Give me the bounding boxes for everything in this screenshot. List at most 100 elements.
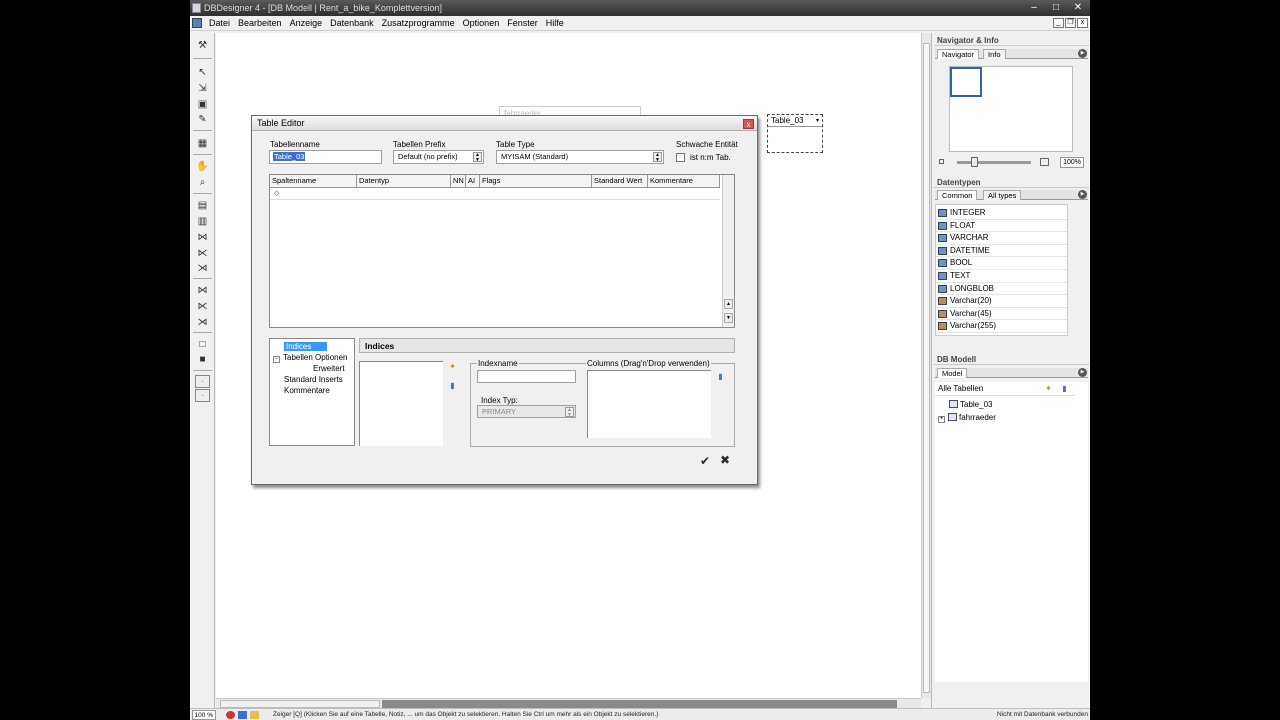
list-item[interactable]: VARCHAR (936, 232, 1067, 245)
add-table-icon[interactable]: ✦ (1043, 384, 1054, 393)
relation-11-tool-icon[interactable]: ⋊ (195, 262, 210, 275)
tab-common[interactable]: Common (937, 190, 978, 200)
table-row[interactable]: ◇ (270, 188, 720, 200)
navigator-preview[interactable] (949, 66, 1073, 152)
model-table-item[interactable]: + fahrraeder (938, 412, 996, 423)
panel-menu-icon[interactable]: ▶ (1078, 368, 1087, 377)
prefix-select[interactable]: Default (no prefix) ▲ ▼ (393, 150, 484, 164)
select-rect-tool-icon[interactable]: ▣ (195, 98, 210, 111)
eraser-tool-icon[interactable]: ✎ (195, 113, 210, 126)
table-type-select[interactable]: MYISAM (Standard) ▲ ▼ (496, 150, 664, 164)
menu-anzeige[interactable]: Anzeige (286, 16, 327, 31)
hand-tool-icon[interactable]: ✋ (195, 160, 210, 173)
list-item[interactable]: Varchar(255) (936, 320, 1067, 333)
menu-fenster[interactable]: Fenster (503, 16, 542, 31)
tab-model[interactable]: Model (937, 368, 968, 378)
pin-tool-icon[interactable]: ⚒ (195, 39, 210, 52)
chevron-down-icon[interactable]: ▾ (816, 115, 819, 127)
table-box-table-03[interactable]: Table_03 ▾ (767, 114, 823, 153)
list-item[interactable]: FLOAT (936, 220, 1067, 233)
tree-item-indices[interactable]: Indices (284, 341, 328, 352)
index-columns-list[interactable] (587, 370, 711, 438)
tree-item-kommentare[interactable]: Kommentare (284, 385, 330, 396)
tab-all-types[interactable]: All types (983, 190, 1022, 200)
grid-tool-icon[interactable]: ▦ (195, 137, 210, 150)
col-header-nn[interactable]: NN (451, 175, 466, 187)
indexname-input[interactable] (477, 370, 576, 383)
col-header-ai[interactable]: AI (466, 175, 480, 187)
tree-item-standard-inserts[interactable]: Standard Inserts (284, 374, 343, 385)
expand-icon[interactable]: + (938, 416, 945, 423)
list-item[interactable]: LONGBLOB (936, 283, 1067, 296)
list-item[interactable]: BOOL (936, 257, 1067, 270)
zoom-value[interactable]: 100% (1060, 157, 1084, 168)
close-button[interactable]: ✕ (1070, 2, 1086, 14)
model-canvas[interactable]: fahrraeder Table_03 ▾ Table Editor x Tab… (216, 33, 921, 698)
list-item[interactable]: TEXT (936, 270, 1067, 283)
note-icon[interactable] (250, 711, 259, 719)
cancel-button[interactable]: ✖ (720, 453, 730, 467)
relation-nm-tool-icon[interactable]: ⋉ (195, 247, 210, 260)
relation-tool-icon[interactable]: ⋈ (195, 284, 210, 297)
pointer-tool-icon[interactable]: ↖ (195, 66, 210, 79)
col-header-datentyp[interactable]: Datentyp (357, 175, 451, 187)
mdi-minimize-button[interactable]: _ (1053, 18, 1064, 28)
relation-tool-icon[interactable]: ⋉ (195, 300, 210, 313)
collapse-icon[interactable]: − (273, 356, 280, 363)
add-index-icon[interactable]: ✦ (447, 362, 458, 371)
tree-item-erweitert[interactable]: Erweitert (313, 363, 345, 374)
tab-navigator[interactable]: Navigator (937, 49, 980, 59)
sync-tool-icon[interactable]: ▫ (195, 375, 210, 388)
menu-optionen[interactable]: Optionen (459, 16, 504, 31)
note-tool-icon[interactable]: □ (195, 338, 210, 351)
zoom-slider-track[interactable] (957, 161, 1031, 164)
panel-menu-icon[interactable]: ▶ (1078, 190, 1087, 199)
panel-menu-icon[interactable]: ▶ (1078, 49, 1087, 58)
horizontal-scroll-track[interactable] (382, 700, 897, 708)
list-item[interactable]: Varchar(20) (936, 295, 1067, 308)
save-icon[interactable] (238, 711, 247, 719)
zoom-out-icon[interactable] (939, 159, 944, 164)
create-tool-icon[interactable]: ▫ (195, 389, 210, 402)
image-tool-icon[interactable]: ■ (195, 353, 210, 366)
canvas-vertical-scrollbar[interactable] (921, 33, 931, 698)
col-header-flags[interactable]: Flags (480, 175, 592, 187)
list-item[interactable]: DATETIME (936, 245, 1067, 258)
record-icon[interactable] (226, 711, 235, 719)
vertical-scroll-thumb[interactable] (923, 43, 930, 693)
columns-grid[interactable]: Spaltenname Datentyp NN AI Flags Standar… (269, 174, 735, 328)
nm-table-checkbox[interactable] (676, 153, 685, 162)
document-icon[interactable] (192, 18, 202, 28)
canvas-horizontal-scrollbar[interactable] (216, 698, 921, 708)
col-header-spaltenname[interactable]: Spaltenname (270, 175, 357, 187)
mdi-restore-button[interactable]: ❐ (1065, 18, 1076, 28)
mdi-close-button[interactable]: x (1077, 18, 1088, 28)
tabellenname-input[interactable]: Table_03 (269, 150, 382, 164)
index-typ-select[interactable]: PRIMARY ▲ ▼ (477, 405, 576, 418)
status-zoom[interactable]: 100 % (192, 710, 216, 720)
minimize-button[interactable]: – (1026, 2, 1042, 14)
list-item[interactable]: Varchar(45) (936, 308, 1067, 321)
zoom-in-icon[interactable] (1040, 158, 1049, 166)
menu-bearbeiten[interactable]: Bearbeiten (234, 16, 286, 31)
tab-info[interactable]: Info (983, 49, 1006, 59)
move-tool-icon[interactable]: ⇲ (195, 82, 210, 95)
ok-button[interactable]: ✔ (700, 454, 710, 468)
navigator-viewport[interactable] (950, 67, 982, 97)
menu-datei[interactable]: Datei (205, 16, 234, 31)
scroll-up-icon[interactable]: ▲ (724, 299, 733, 309)
scroll-down-icon[interactable]: ▼ (724, 313, 733, 323)
list-item[interactable]: INTEGER (936, 207, 1067, 220)
maximize-button[interactable]: □ (1048, 2, 1064, 14)
remove-column-icon[interactable]: ▮ (715, 372, 726, 381)
menu-hilfe[interactable]: Hilfe (542, 16, 568, 31)
delete-index-icon[interactable]: ▮ (447, 381, 458, 390)
relation-tool-icon[interactable]: ⋊ (195, 316, 210, 329)
model-table-item[interactable]: Table_03 (949, 399, 992, 410)
grid-scrollbar[interactable]: ▲ ▼ (722, 175, 734, 327)
horizontal-scroll-thumb[interactable] (220, 700, 380, 708)
col-header-kommentare[interactable]: Kommentare (648, 175, 720, 187)
new-view-tool-icon[interactable]: ▥ (195, 215, 210, 228)
zoom-slider-handle[interactable] (971, 157, 978, 167)
new-table-tool-icon[interactable]: ▤ (195, 199, 210, 212)
